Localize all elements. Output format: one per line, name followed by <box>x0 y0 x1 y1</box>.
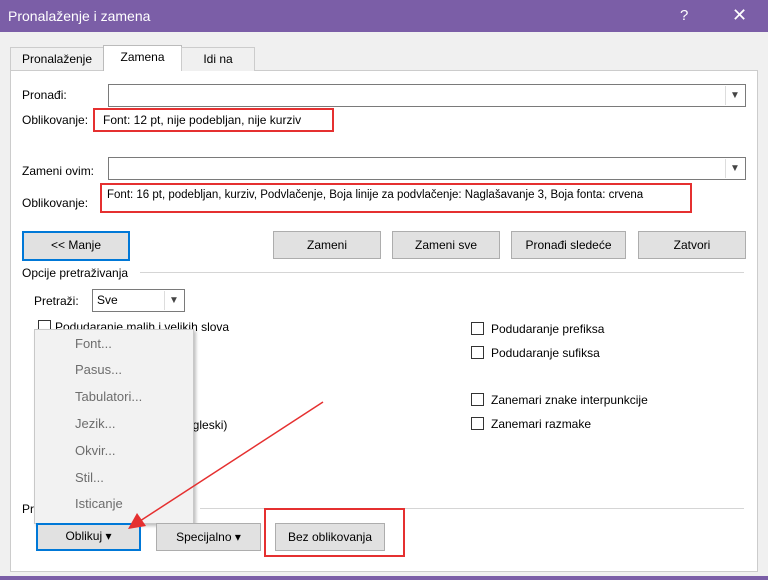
annotation-arrow-icon <box>128 401 324 529</box>
window-bottom-border <box>0 576 768 580</box>
